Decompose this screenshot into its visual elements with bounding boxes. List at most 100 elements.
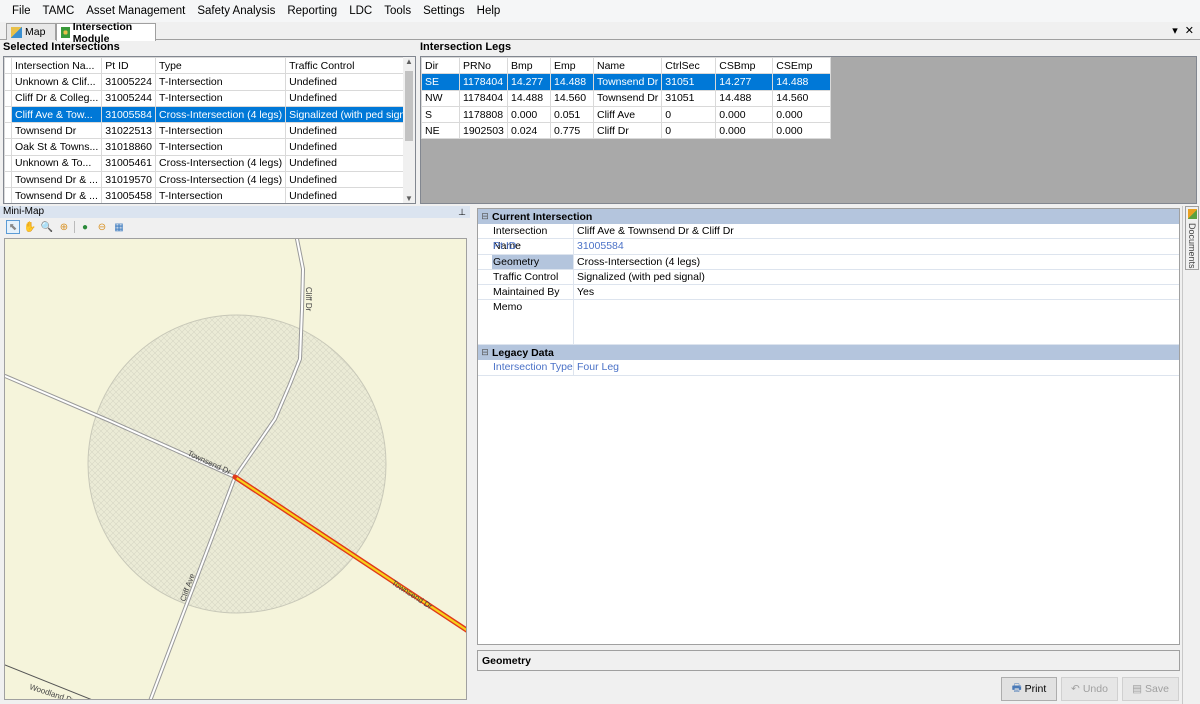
prop-value[interactable]: Cliff Ave & Townsend Dr & Cliff Dr	[574, 224, 734, 238]
close-icon[interactable]: ✕	[1185, 25, 1194, 37]
cell-csemp[interactable]: 0.000	[772, 105, 832, 124]
cell-csemp[interactable]: 14.488	[772, 73, 832, 91]
row-header[interactable]	[4, 154, 12, 173]
zoom-out-icon[interactable]: ⊖	[95, 220, 109, 234]
col-csemp[interactable]: CSEmp	[772, 57, 832, 75]
cell-name[interactable]: Townsend Dr	[592, 73, 663, 91]
menu-tamc[interactable]: TAMC	[37, 0, 81, 22]
row-header[interactable]	[4, 105, 12, 124]
intersection-row[interactable]: Townsend Dr & ... 31005458 T-Intersection U…	[4, 187, 415, 203]
cell-name[interactable]: Townsend Dr	[592, 89, 663, 107]
prop-intersection-type[interactable]: Intersection Type Four Leg	[478, 360, 1179, 376]
undo-button[interactable]: ↶ Undo	[1061, 677, 1118, 701]
intersection-row[interactable]: Townsend Dr 31022513 T-Intersection Undefin…	[4, 122, 415, 140]
select-icon[interactable]: ⬉	[6, 220, 20, 234]
cell-traffic-control[interactable]: Undefined	[285, 138, 415, 156]
cell-pt-id[interactable]: 31018860	[101, 138, 156, 156]
prop-value[interactable]: Cross-Intersection (4 legs)	[574, 255, 700, 269]
tab-map[interactable]: Map	[6, 23, 56, 40]
category-legacy-data[interactable]: ⊟ Legacy Data	[478, 345, 1179, 361]
col-traffic-control[interactable]: Traffic Control	[285, 57, 415, 75]
cell-type[interactable]: T-Intersection	[154, 138, 287, 156]
scroll-up-icon[interactable]: ▲	[403, 57, 415, 66]
vertical-scrollbar[interactable]: ▲ ▼	[403, 57, 415, 203]
cell-intersection-name[interactable]: Unknown & To...	[10, 154, 103, 173]
row-header[interactable]	[4, 138, 12, 156]
map-canvas[interactable]: Cliff Dr Townsend Dr Cliff Ave Townsend …	[5, 239, 467, 700]
cell-dir[interactable]: NW	[421, 89, 460, 107]
cell-type[interactable]: Cross-Intersection (4 legs)	[154, 105, 287, 124]
col-csbmp[interactable]: CSBmp	[715, 57, 774, 75]
menu-reporting[interactable]: Reporting	[281, 0, 343, 22]
mini-map[interactable]: Cliff Dr Townsend Dr Cliff Ave Townsend …	[4, 238, 467, 700]
cell-intersection-name[interactable]: Unknown & Clif...	[10, 73, 103, 91]
cell-traffic-control[interactable]: Signalized (with ped signal)	[285, 105, 415, 124]
prop-value[interactable]: Signalized (with ped signal)	[574, 270, 705, 284]
cell-pt-id[interactable]: 31005584	[101, 105, 156, 124]
cell-bmp[interactable]: 0.000	[507, 105, 551, 124]
cell-traffic-control[interactable]: Undefined	[285, 154, 415, 173]
col-pt-id[interactable]: Pt ID	[101, 57, 156, 75]
globe-icon[interactable]: ●	[78, 220, 92, 234]
cell-emp[interactable]: 0.051	[550, 105, 594, 124]
col-ctrlsec[interactable]: CtrlSec	[661, 57, 717, 75]
col-emp[interactable]: Emp	[550, 57, 594, 75]
cell-prno[interactable]: 1178404	[459, 73, 508, 91]
prop-geometry[interactable]: Geometry Cross-Intersection (4 legs)	[478, 254, 1179, 270]
category-current-intersection[interactable]: ⊟ Current Intersection	[478, 209, 1179, 224]
cell-intersection-name[interactable]: Oak St & Towns...	[10, 138, 103, 156]
cell-pt-id[interactable]: 31019570	[101, 171, 156, 189]
row-header[interactable]	[4, 171, 12, 189]
col-dir[interactable]: Dir	[421, 57, 460, 75]
cell-traffic-control[interactable]: Undefined	[285, 187, 415, 203]
cell-csemp[interactable]: 14.560	[772, 89, 832, 107]
cell-prno[interactable]: 1178404	[459, 89, 508, 107]
cell-traffic-control[interactable]: Undefined	[285, 89, 415, 107]
scroll-thumb[interactable]	[405, 71, 413, 141]
intersection-row[interactable]: Unknown & Clif... 31005224 T-Intersection U…	[4, 73, 415, 91]
col-type[interactable]: Type	[154, 57, 287, 75]
cell-type[interactable]: T-Intersection	[154, 73, 287, 91]
intersection-point[interactable]	[233, 475, 237, 479]
prop-memo[interactable]: Memo	[478, 300, 1179, 346]
cell-csbmp[interactable]: 0.000	[715, 122, 774, 140]
cell-pt-id[interactable]: 31005458	[101, 187, 156, 203]
leg-row[interactable]: NE 1902503 0.024 0.775 Cliff Dr 0 0.000 0.000	[421, 122, 832, 140]
intersection-row[interactable]: Cliff Dr & Colleg... 31005244 T-Intersecti…	[4, 89, 415, 107]
cell-bmp[interactable]: 14.277	[507, 73, 551, 91]
intersection-row[interactable]: Townsend Dr & ... 31019570 Cross-Intersect…	[4, 171, 415, 189]
prop-value[interactable]: Yes	[574, 285, 594, 299]
dropdown-icon[interactable]: ▾	[1172, 25, 1178, 37]
cell-intersection-name[interactable]: Cliff Ave & Tow...	[10, 105, 103, 124]
row-header[interactable]	[4, 122, 12, 140]
cell-name[interactable]: Cliff Ave	[592, 105, 663, 124]
menu-file[interactable]: File	[6, 0, 37, 22]
cell-type[interactable]: T-Intersection	[154, 122, 287, 140]
menu-tools[interactable]: Tools	[378, 0, 417, 22]
cell-emp[interactable]: 0.775	[550, 122, 594, 140]
row-header[interactable]	[4, 89, 12, 107]
cell-dir[interactable]: SE	[421, 73, 460, 91]
collapse-icon[interactable]: ⊟	[478, 211, 492, 222]
cell-dir[interactable]: S	[421, 105, 460, 124]
cell-type[interactable]: Cross-Intersection (4 legs)	[154, 154, 287, 173]
leg-row[interactable]: S 1178808 0.000 0.051 Cliff Ave 0 0.000 0.000	[421, 105, 832, 124]
cell-csbmp[interactable]: 0.000	[715, 105, 774, 124]
cell-emp[interactable]: 14.560	[550, 89, 594, 107]
col-prno[interactable]: PRNo	[459, 57, 508, 75]
intersection-row[interactable]: Cliff Ave & Tow... 31005584 Cross-Intersec…	[4, 105, 415, 124]
cell-csbmp[interactable]: 14.488	[715, 89, 774, 107]
export-map-icon[interactable]: ▦	[112, 220, 126, 234]
cell-ctrlsec[interactable]: 31051	[661, 89, 717, 107]
leg-row[interactable]: SE 1178404 14.277 14.488 Townsend Dr 31051 14.…	[421, 73, 832, 91]
cell-csemp[interactable]: 0.000	[772, 122, 832, 140]
menu-asset-management[interactable]: Asset Management	[80, 0, 191, 22]
col-bmp[interactable]: Bmp	[507, 57, 551, 75]
col-name[interactable]: Name	[592, 57, 663, 75]
cell-intersection-name[interactable]: Cliff Dr & Colleg...	[10, 89, 103, 107]
print-button[interactable]: 🖶 Print	[1001, 677, 1057, 701]
cell-pt-id[interactable]: 31005461	[101, 154, 156, 173]
cell-traffic-control[interactable]: Undefined	[285, 122, 415, 140]
leg-row[interactable]: NW 1178404 14.488 14.560 Townsend Dr 31051 14.…	[421, 89, 832, 107]
scroll-down-icon[interactable]: ▼	[403, 194, 415, 203]
